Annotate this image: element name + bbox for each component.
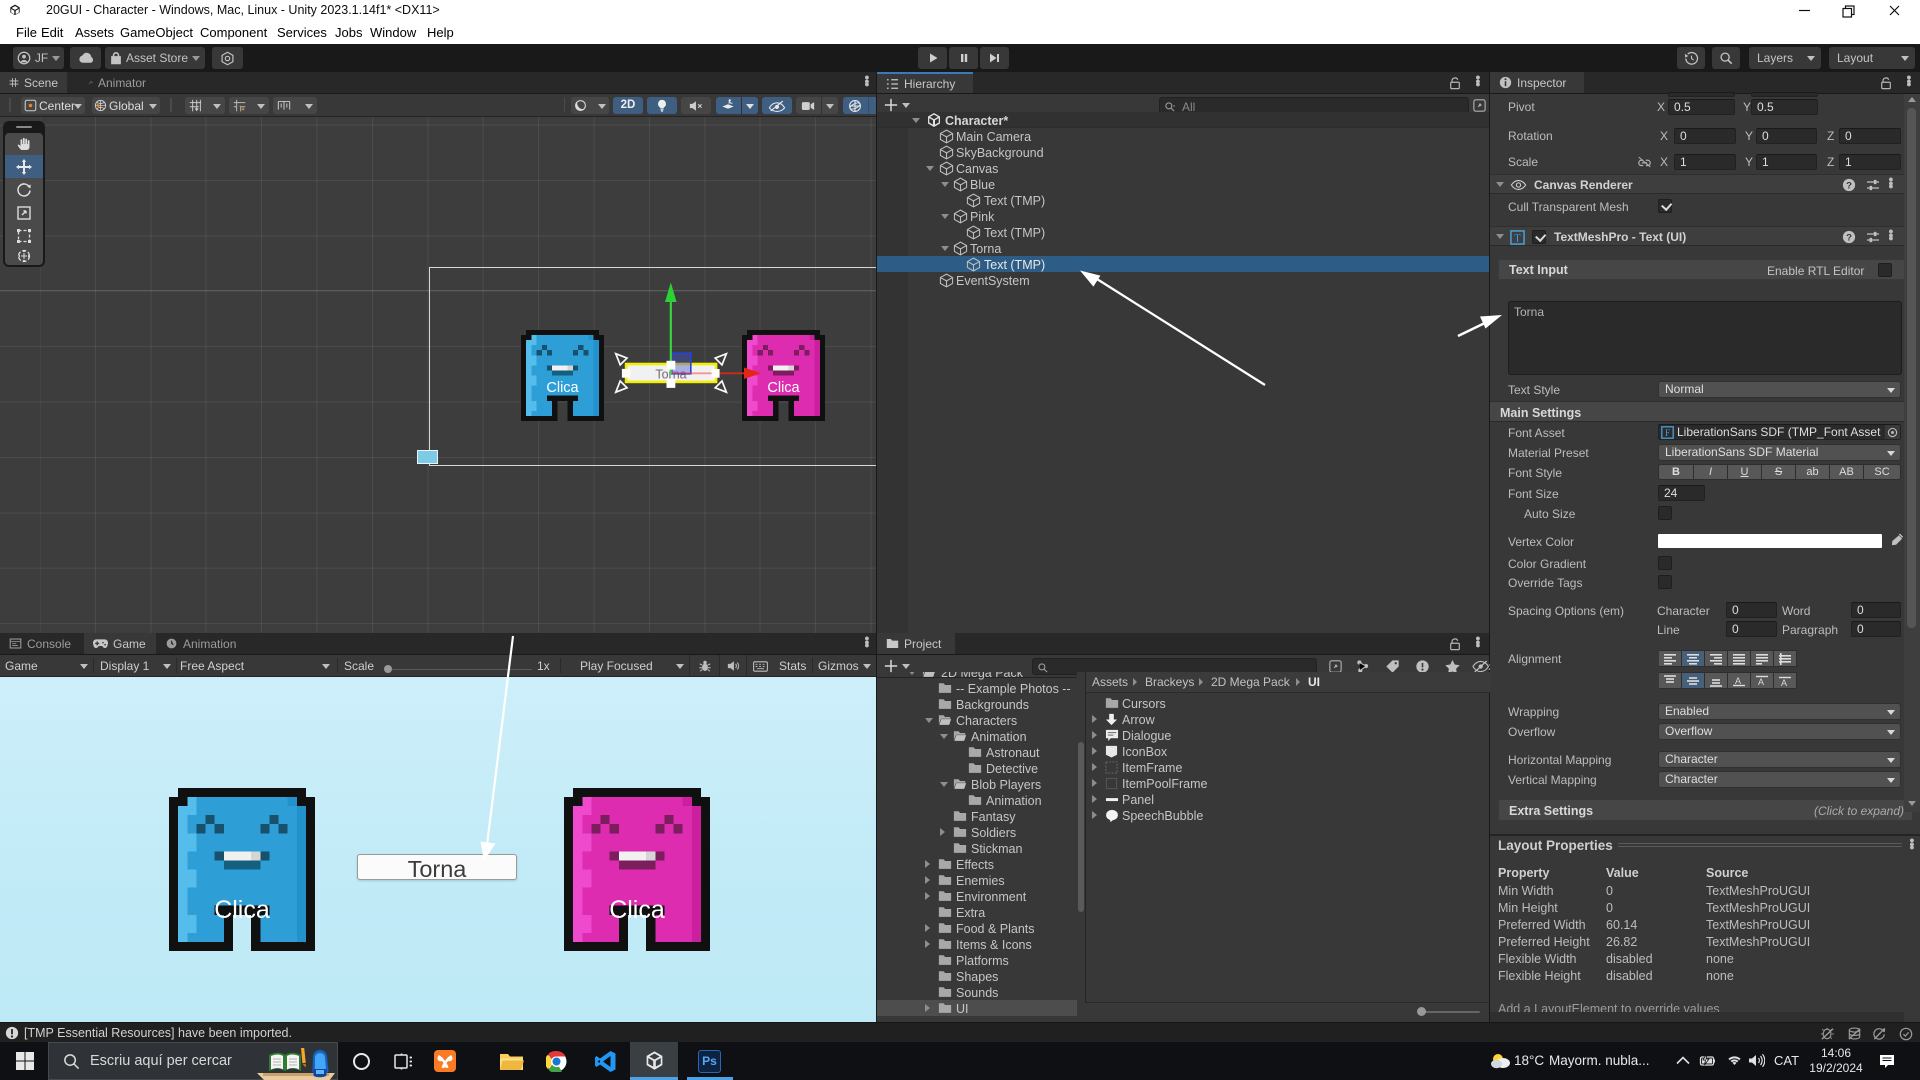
svg-text:A: A <box>1758 677 1764 687</box>
svg-text:?: ? <box>1846 181 1852 192</box>
svg-text:T: T <box>1514 233 1521 244</box>
svg-text:A: A <box>1781 678 1787 688</box>
svg-text:?: ? <box>1846 233 1852 244</box>
svg-text:F: F <box>1665 428 1670 438</box>
svg-text:A: A <box>1735 676 1741 686</box>
